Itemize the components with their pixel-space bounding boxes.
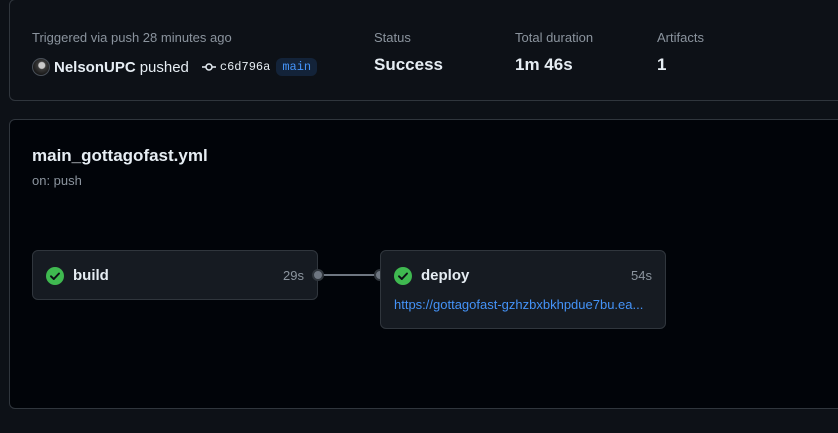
duration-label: Total duration: [515, 30, 594, 45]
job-name: build: [73, 267, 109, 284]
run-summary-panel: Triggered via push 28 minutes ago Nelson…: [9, 0, 838, 101]
avatar[interactable]: [32, 58, 50, 76]
branch-badge[interactable]: main: [276, 58, 318, 76]
trigger-row: NelsonUPC pushed c6d796a main: [32, 56, 318, 78]
git-commit-icon: [201, 63, 216, 71]
actor-link[interactable]: NelsonUPC: [54, 59, 136, 76]
workflow-trigger: on: push: [32, 173, 82, 188]
deployment-url-link[interactable]: https://gottagofast-gzhzbxbkhpdue7bu.ea.…: [394, 297, 654, 312]
job-card-deploy[interactable]: deploy 54s https://gottagofast-gzhzbxbkh…: [380, 250, 666, 329]
trigger-text: Triggered via push 28 minutes ago: [32, 30, 232, 45]
artifacts-label: Artifacts: [657, 30, 704, 45]
check-circle-icon: [394, 267, 412, 285]
commit-sha-link[interactable]: c6d796a: [220, 60, 270, 74]
check-circle-icon: [46, 267, 64, 285]
job-duration: 54s: [631, 268, 652, 283]
workflow-file-name: main_gottagofast.yml: [32, 146, 208, 165]
build-output-port: [312, 269, 324, 281]
job-duration: 29s: [283, 268, 304, 283]
job-connector: [324, 274, 380, 276]
workflow-graph-panel: main_gottagofast.yml on: push build 29s …: [9, 119, 838, 409]
job-name: deploy: [421, 267, 470, 284]
artifacts-value[interactable]: 1: [657, 55, 666, 75]
duration-value: 1m 46s: [515, 55, 573, 74]
status-label: Status: [374, 30, 411, 45]
action-text: pushed: [139, 58, 189, 76]
status-value: Success: [374, 55, 443, 74]
job-card-build[interactable]: build 29s: [32, 250, 318, 300]
